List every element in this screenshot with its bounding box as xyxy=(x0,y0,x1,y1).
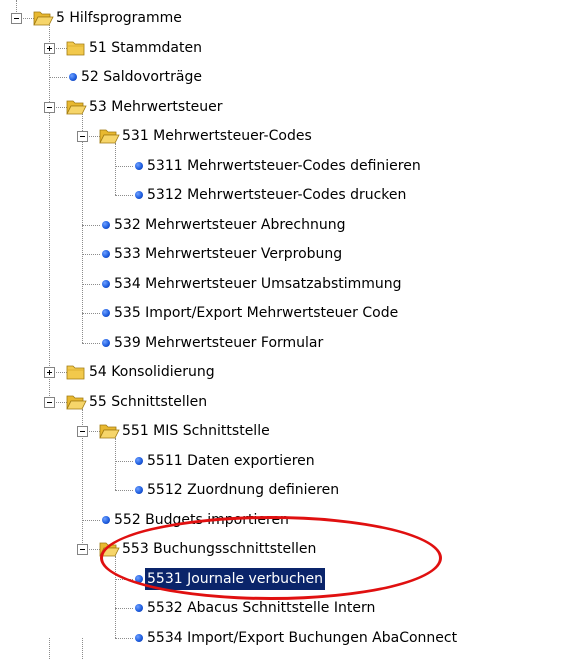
bullet-icon xyxy=(135,633,143,642)
bullet-icon xyxy=(102,250,110,258)
tree-guide-line xyxy=(115,460,133,462)
tree-item-label: 55 Schnittstellen xyxy=(89,393,208,410)
tree-guide-line xyxy=(115,165,133,167)
tree-guide-line xyxy=(49,77,67,78)
tree-item-label: 53 Mehrwertsteuer xyxy=(89,98,223,115)
bullet-icon xyxy=(102,338,110,347)
tree-item-label: 551 MIS Schnittstelle xyxy=(122,423,270,439)
tree-item-label: 51 Stammdaten xyxy=(89,39,202,56)
expand-toggle-icon[interactable] xyxy=(44,367,55,378)
tree-guide-line xyxy=(115,608,133,609)
tree-guide-line xyxy=(82,224,100,226)
tree-guide-line xyxy=(115,556,116,638)
folder-open-icon xyxy=(98,539,120,557)
tree-item-label: 5312 Mehrwertsteuer-Codes drucken xyxy=(147,187,407,203)
bullet-icon xyxy=(135,486,143,494)
tree-item-label: 531 Mehrwertsteuer-Codes xyxy=(122,128,312,144)
tree-item-label: 553 Buchungsschnittstellen xyxy=(122,541,317,557)
tree-item-label: 54 Konsolidierung xyxy=(89,364,215,380)
tree-item-label: 5534 Import/Export Buchungen AbaConnect xyxy=(147,629,458,646)
tree-item-label: 52 Saldovorträge xyxy=(81,69,203,85)
tree-item-label: 5532 Abacus Schnittstelle Intern xyxy=(147,600,376,616)
bullet-icon xyxy=(102,309,110,317)
bullet-icon xyxy=(102,279,110,288)
tree-guide-line xyxy=(82,519,100,521)
collapse-toggle-icon[interactable] xyxy=(44,396,55,408)
tree-item-label: 539 Mehrwertsteuer Formular xyxy=(114,334,324,351)
tree-item-label: 5531 Journale verbuchen xyxy=(145,567,326,590)
folder-open-icon xyxy=(65,97,87,115)
tree-item-label: 532 Mehrwertsteuer Abrechnung xyxy=(114,216,346,233)
bullet-icon xyxy=(102,515,110,524)
tree-item-label: 5 Hilfsprogramme xyxy=(56,10,182,26)
tree-item-label: 5311 Mehrwertsteuer-Codes definieren xyxy=(147,157,421,174)
tree-item-label: 533 Mehrwertsteuer Verprobung xyxy=(114,246,343,262)
tree-guide-line xyxy=(82,283,100,285)
folder-icon xyxy=(65,362,85,380)
bullet-icon xyxy=(135,456,143,465)
bullet-icon xyxy=(102,220,110,229)
folder-icon xyxy=(65,38,85,56)
tree-guide-line xyxy=(82,313,100,314)
tree-guide-line xyxy=(49,637,50,659)
bullet-icon xyxy=(69,73,77,81)
tree-item-label: 534 Mehrwertsteuer Umsatzabstimmung xyxy=(114,275,402,292)
expand-toggle-icon[interactable] xyxy=(44,42,55,54)
collapse-toggle-icon[interactable] xyxy=(77,131,88,142)
tree-guide-line xyxy=(115,578,133,580)
folder-open-icon xyxy=(98,126,120,144)
collapse-toggle-icon[interactable] xyxy=(77,544,88,555)
tree-item-label: 5512 Zuordnung definieren xyxy=(147,482,340,498)
tree-guide-line xyxy=(49,25,50,402)
folder-open-icon xyxy=(98,421,120,439)
tree-guide-line xyxy=(115,143,116,195)
bullet-icon xyxy=(135,191,143,199)
bullet-icon xyxy=(135,161,143,170)
tree-guide-line xyxy=(82,113,83,343)
tree-guide-line xyxy=(82,342,100,344)
folder-open-icon xyxy=(65,392,87,410)
tree-view: 5 Hilfsprogramme 51 Stammdaten 52 Saldovor… xyxy=(0,0,563,659)
collapse-toggle-icon[interactable] xyxy=(44,101,55,113)
tree-guide-line xyxy=(115,490,133,491)
tree-guide-line xyxy=(115,195,133,196)
tree-guide-line xyxy=(82,254,100,255)
tree-guide-line xyxy=(82,637,83,659)
tree-item-label: 552 Budgets importieren xyxy=(114,511,289,528)
tree-guide-line xyxy=(115,637,133,639)
tree-guide-line xyxy=(115,438,116,490)
collapse-toggle-icon[interactable] xyxy=(11,13,22,24)
folder-open-icon xyxy=(32,8,54,26)
bullet-icon xyxy=(135,574,143,583)
tree-item-label: 535 Import/Export Mehrwertsteuer Code xyxy=(114,305,399,321)
bullet-icon xyxy=(135,604,143,612)
collapse-toggle-icon[interactable] xyxy=(77,426,88,437)
tree-item-label: 5511 Daten exportieren xyxy=(147,452,315,469)
